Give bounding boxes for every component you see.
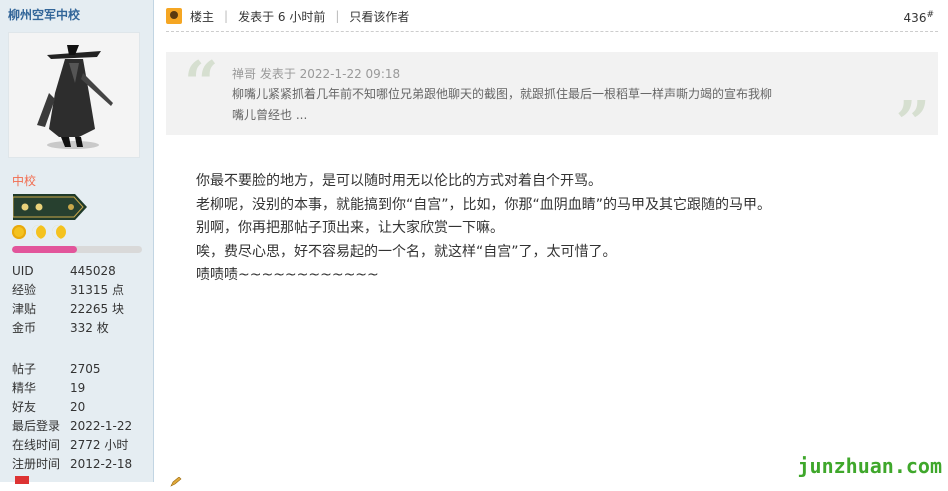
only-author-link[interactable]: 只看该作者 — [349, 8, 409, 25]
message-line: 你最不要脸的地方，是可以随时用无以伦比的方式对着自个开骂。 — [196, 173, 602, 189]
separator: | — [335, 9, 340, 23]
post-header: 楼主 | 发表于 6 小时前 | 只看该作者 — [166, 5, 409, 27]
avatar[interactable] — [8, 32, 140, 158]
stat-value[interactable]: 20 — [70, 398, 85, 417]
stat-value: 2022-1-22 — [70, 419, 133, 433]
stat-exp: 经验 31315 点 — [12, 281, 132, 300]
message-line: 啧啧啧~~~~~~~~~~~~ — [196, 267, 379, 283]
stat-label: 注册时间 — [12, 457, 61, 471]
post-message: 你最不要脸的地方，是可以随时用无以伦比的方式对着自个开骂。 老柳呢，没别的本事，… — [196, 170, 896, 288]
stat-label: 金币 — [12, 321, 37, 335]
medal-list — [12, 225, 67, 241]
stat-online-time: 在线时间 2772 小时 — [12, 436, 132, 455]
posted-time: 发表于 6 小时前 — [238, 9, 326, 24]
author-stats: UID 445028 经验 31315 点 津贴 22265 块 金币 332 … — [12, 262, 132, 474]
stat-value[interactable]: 19 — [70, 379, 85, 398]
stat-last-login: 最后登录 2022-1-22 — [12, 417, 132, 436]
quote-block: “ 禅哥 发表于 2022-1-22 09:18 柳嘴儿紧紧抓着几年前不知哪位兄… — [166, 49, 938, 154]
flag-icon — [15, 476, 29, 484]
stat-label: 津贴 — [12, 302, 37, 316]
stat-label: 在线时间 — [12, 438, 61, 452]
stat-label: UID — [12, 264, 34, 278]
floor-number[interactable]: 436# — [904, 10, 934, 25]
message-line: 唉，费尽心思，好不容易起的一个名，就这样“自宫”了，太可惜了。 — [196, 243, 617, 260]
stat-value[interactable]: 445028 — [70, 262, 116, 281]
stat-value: 332 枚 — [70, 321, 109, 335]
stat-value: 2772 小时 — [70, 438, 129, 452]
moon-medal-icon[interactable] — [52, 225, 67, 239]
open-quote-icon: “ — [184, 49, 219, 119]
stat-register-time: 注册时间 2012-2-18 — [12, 455, 132, 474]
stat-label: 经验 — [12, 283, 37, 297]
stat-value[interactable]: 2705 — [70, 360, 101, 379]
stat-friends: 好友 20 — [12, 398, 132, 417]
message-line: 老柳呢，没别的本事，就能搞到你“自宫”，比如，你那“血阴血睛”的马甲及其它跟随的… — [196, 196, 772, 213]
stat-label: 最后登录 — [12, 419, 61, 433]
stat-digest: 精华 19 — [12, 379, 132, 398]
stat-label: 精华 — [12, 381, 37, 395]
stat-value: 31315 点 — [70, 283, 124, 297]
stat-value: 2012-2-18 — [70, 457, 133, 471]
owner-badge-icon — [166, 8, 182, 24]
rank-title: 中校 — [12, 174, 37, 188]
rank-star-badge-icon — [12, 194, 87, 220]
stat-label: 好友 — [12, 400, 37, 414]
stat-uid: UID 445028 — [12, 262, 132, 281]
separator: | — [224, 9, 229, 23]
stat-allowance: 津贴 22265 块 — [12, 300, 132, 319]
author-name-link[interactable]: 柳州空军中校 — [8, 6, 80, 23]
message-line: 别啊，你再把那帖子顶出来，让大家欣赏一下嘛。 — [196, 220, 504, 236]
site-watermark: junzhuan.com — [797, 454, 943, 478]
stat-label: 帖子 — [12, 362, 37, 376]
quote-meta[interactable]: 禅哥 发表于 2022-1-22 09:18 — [232, 65, 400, 82]
quote-line: 嘴儿曾经也 ... — [232, 108, 308, 122]
moon-medal-icon[interactable] — [32, 225, 47, 239]
owner-label: 楼主 — [190, 9, 215, 24]
quote-text: 柳嘴儿紧紧抓着几年前不知哪位兄弟跟他聊天的截图，就跟抓住最后一根稻草一样声嘶力竭… — [232, 84, 872, 126]
quote-line: 柳嘴儿紧紧抓着几年前不知哪位兄弟跟他聊天的截图，就跟抓住最后一根稻草一样声嘶力竭… — [232, 87, 773, 101]
stat-gold: 金币 332 枚 — [12, 319, 132, 338]
author-sidebar: 柳州空军中校 中校 UID 445028 经验 31315 点 津贴 22265… — [0, 0, 154, 484]
exp-progress-bar — [12, 246, 142, 253]
header-divider — [166, 31, 938, 32]
stat-posts: 帖子 2705 — [12, 360, 132, 379]
floor-value: 436 — [903, 11, 927, 25]
sun-medal-icon[interactable] — [12, 225, 26, 239]
exp-progress-fill — [12, 246, 77, 253]
floor-mark: # — [926, 10, 934, 20]
close-quote-icon: ” — [895, 89, 930, 159]
stat-value: 22265 块 — [70, 302, 124, 316]
